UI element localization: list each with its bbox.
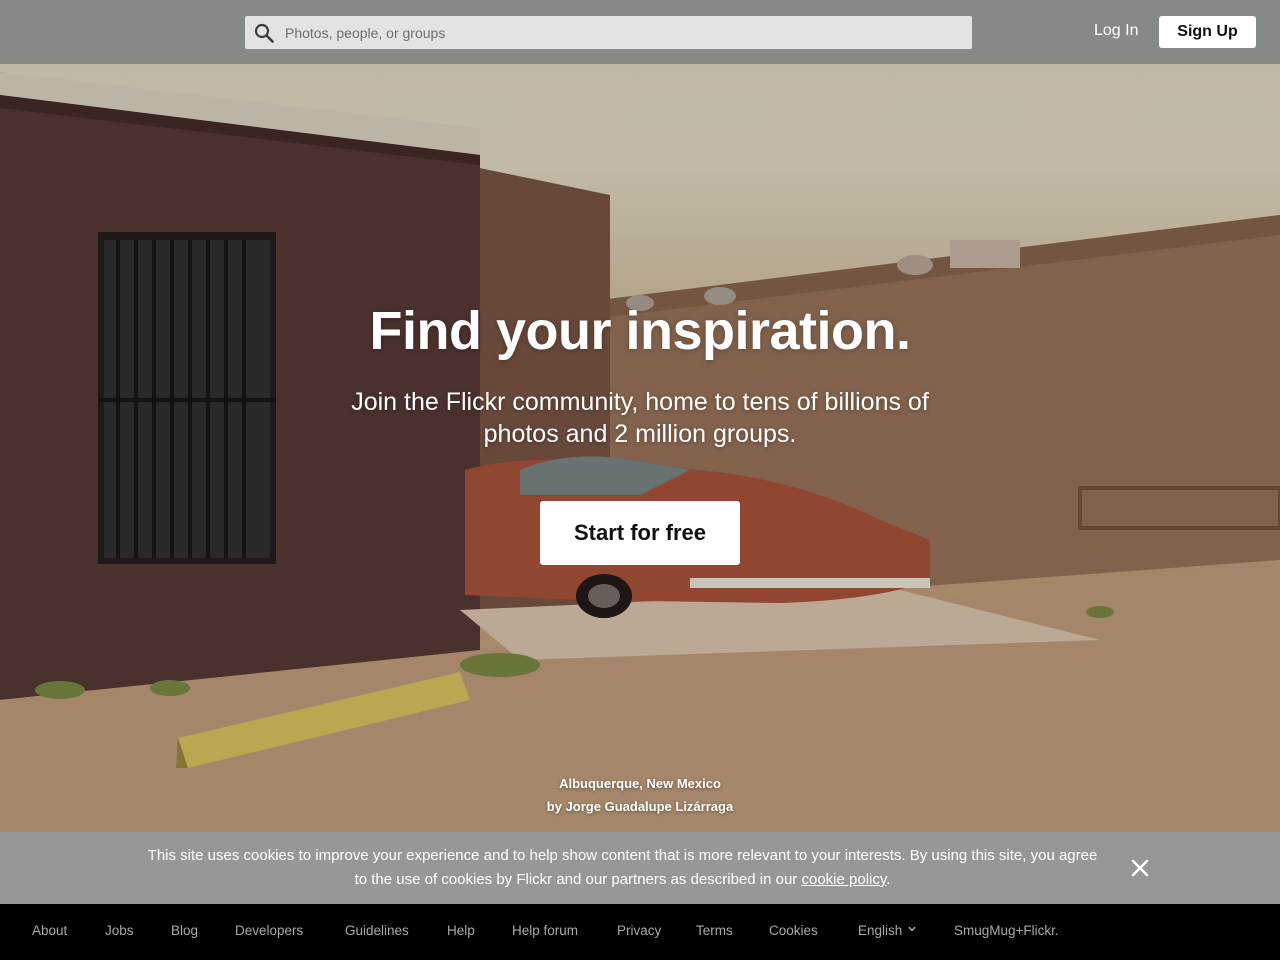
cookie-banner: This site uses cookies to improve your e… — [0, 832, 1280, 904]
search-input[interactable] — [285, 16, 955, 49]
language-selector-label: English — [858, 923, 903, 938]
cookie-message: This site uses cookies to improve your e… — [140, 844, 1105, 892]
hero-headline: Find your inspiration. — [369, 301, 912, 361]
photo-credit[interactable]: Albuquerque, New Mexico by Jorge Guadalu… — [0, 772, 1280, 818]
footer-link-help[interactable]: Help — [447, 923, 475, 938]
footer-link-terms[interactable]: Terms — [696, 923, 733, 938]
signup-button[interactable]: Sign Up — [1159, 16, 1256, 48]
footer: About Jobs Blog Developers Guidelines He… — [0, 904, 1280, 960]
footer-link-cookies[interactable]: Cookies — [769, 923, 818, 938]
top-navigation-bar: Log In Sign Up — [0, 0, 1280, 64]
footer-link-help-forum[interactable]: Help forum — [512, 923, 578, 938]
login-link[interactable]: Log In — [1094, 22, 1138, 40]
photo-credit-location[interactable]: Albuquerque, New Mexico — [0, 772, 1280, 795]
cookie-message-suffix: . — [886, 871, 891, 888]
chevron-down-icon — [908, 926, 916, 932]
language-selector[interactable]: English — [858, 923, 916, 938]
start-for-free-button[interactable]: Start for free — [540, 501, 740, 565]
footer-link-guidelines[interactable]: Guidelines — [345, 923, 409, 938]
footer-link-smugmug-flickr[interactable]: SmugMug+Flickr. — [954, 923, 1059, 938]
footer-link-jobs[interactable]: Jobs — [105, 923, 134, 938]
search-icon[interactable] — [254, 23, 274, 43]
photo-credit-author[interactable]: by Jorge Guadalupe Lizárraga — [0, 795, 1280, 818]
search-bar[interactable] — [245, 16, 972, 49]
footer-link-about[interactable]: About — [32, 923, 67, 938]
footer-link-developers[interactable]: Developers — [235, 923, 303, 938]
cookie-policy-link[interactable]: cookie policy — [801, 871, 886, 888]
hero-subline: Join the Flickr community, home to tens … — [351, 388, 929, 448]
cookie-message-text: This site uses cookies to improve your e… — [147, 847, 1098, 888]
footer-link-privacy[interactable]: Privacy — [617, 923, 661, 938]
footer-link-blog[interactable]: Blog — [171, 923, 198, 938]
close-icon[interactable] — [1128, 856, 1152, 880]
